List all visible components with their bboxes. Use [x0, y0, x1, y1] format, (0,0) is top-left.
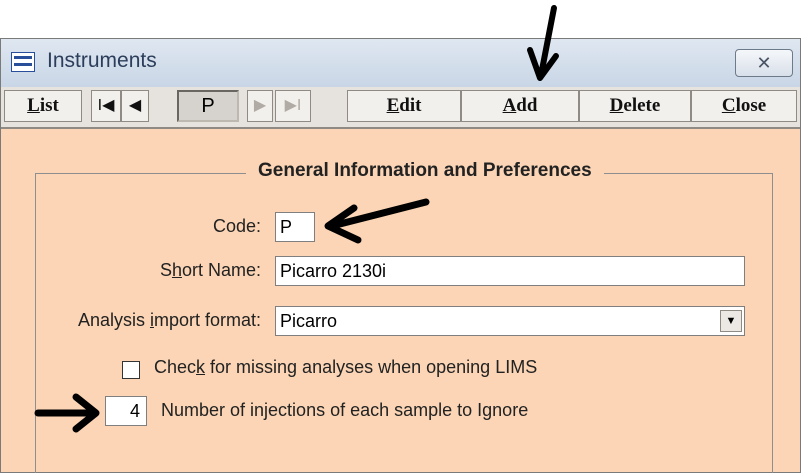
record-toolbar: List I◀ ◀ P ▶ ▶I Edit Add Delete Close	[1, 87, 800, 129]
close-button[interactable]: Close	[691, 90, 797, 122]
add-button[interactable]: Add	[461, 90, 579, 122]
prev-record-icon: ◀	[128, 97, 142, 114]
arrow-annotation-code	[324, 198, 430, 244]
import-format-select[interactable]: Picarro ▼	[275, 306, 745, 336]
prev-record-button[interactable]: ◀	[121, 90, 149, 122]
close-icon: ✕	[756, 53, 772, 73]
instruments-window: Instruments ✕ List I◀ ◀ P ▶ ▶I Edit Add …	[0, 38, 801, 473]
next-record-icon: ▶	[253, 97, 267, 114]
short-name-label: Short Name:	[159, 260, 261, 280]
group-title: General Information and Preferences	[246, 160, 604, 182]
edit-button[interactable]: Edit	[347, 90, 461, 122]
last-record-icon: ▶I	[284, 97, 302, 114]
delete-button[interactable]: Delete	[579, 90, 691, 122]
next-record-button[interactable]: ▶	[247, 90, 273, 122]
close-window-button[interactable]: ✕	[735, 49, 793, 77]
missing-analyses-checkbox[interactable]	[122, 361, 140, 379]
arrow-annotation-injections	[34, 393, 100, 433]
injections-ignore-field[interactable]: 4	[105, 396, 147, 426]
short-name-field[interactable]: Picarro 2130i	[275, 256, 745, 286]
import-format-label: Analysis import format:	[77, 310, 261, 330]
first-record-icon: I◀	[97, 97, 115, 114]
last-record-button[interactable]: ▶I	[275, 90, 311, 122]
code-label: Code:	[212, 216, 261, 236]
window-title: Instruments	[47, 49, 157, 72]
current-record-field[interactable]: P	[177, 90, 239, 122]
injections-ignore-label: Number of injections of each sample to I…	[161, 400, 529, 420]
dropdown-arrow-icon[interactable]: ▼	[720, 310, 742, 332]
form-icon	[11, 52, 35, 72]
missing-analyses-label: Check for missing analyses when opening …	[154, 357, 538, 377]
first-record-button[interactable]: I◀	[91, 90, 121, 122]
code-field[interactable]: P	[275, 212, 315, 242]
list-button[interactable]: List	[4, 90, 82, 122]
arrow-annotation-add	[527, 5, 559, 81]
title-bar: Instruments ✕	[1, 39, 800, 88]
